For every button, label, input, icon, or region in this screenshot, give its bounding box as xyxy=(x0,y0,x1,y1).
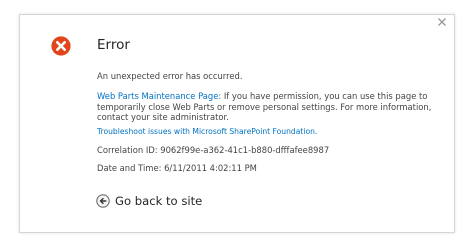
date-time: Date and Time: 6/11/2011 4:02:11 PM xyxy=(97,163,257,173)
error-dialog xyxy=(19,14,455,233)
web-parts-maintenance-link[interactable]: Web Parts Maintenance Page: xyxy=(97,91,221,101)
error-title: Error xyxy=(97,37,130,53)
troubleshoot-link[interactable]: Troubleshoot issues with Microsoft Share… xyxy=(97,127,317,138)
close-icon[interactable] xyxy=(437,17,447,27)
go-back-label: Go back to site xyxy=(115,194,203,208)
back-arrow-icon xyxy=(96,194,110,208)
maintenance-paragraph: Web Parts Maintenance Page: If you have … xyxy=(97,91,439,123)
error-message: An unexpected error has occurred. xyxy=(97,71,243,81)
error-icon xyxy=(51,36,71,56)
correlation-id: Correlation ID: 9062f99e-a362-41c1-b880-… xyxy=(97,145,330,155)
go-back-link[interactable]: Go back to site xyxy=(96,192,202,210)
